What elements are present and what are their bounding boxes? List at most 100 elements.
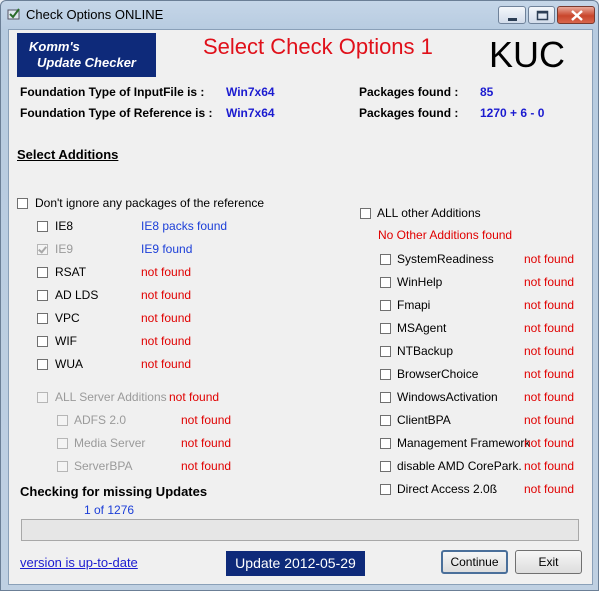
ntbackup-label: NTBackup — [397, 344, 454, 358]
wua-checkbox[interactable] — [37, 359, 48, 370]
management-framework-label: Management Framework — [397, 436, 531, 450]
maximize-button[interactable] — [528, 6, 555, 24]
progress-count: 1 of 1276 — [84, 503, 135, 517]
ad-lds-label: AD LDS — [55, 288, 99, 302]
app-window: Check Options ONLINE Komm's Update Check… — [0, 0, 599, 591]
window-title: Check Options ONLINE — [26, 7, 164, 22]
rsat-label: RSAT — [55, 265, 87, 279]
logo-line-2: Update Checker — [37, 55, 136, 70]
other-additions-status: No Other Additions found — [378, 228, 513, 242]
version-link[interactable]: version is up-to-date — [20, 555, 138, 570]
media-server-checkbox[interactable] — [57, 438, 68, 449]
media-server-status: not found — [181, 436, 232, 450]
app-logo: Komm's Update Checker — [17, 33, 156, 77]
windowsactivation-label: WindowsActivation — [397, 390, 498, 404]
adfs-status: not found — [181, 413, 232, 427]
clientbpa-checkbox[interactable] — [380, 415, 391, 426]
title-bar[interactable]: Check Options ONLINE — [1, 1, 598, 29]
ntbackup-checkbox[interactable] — [380, 346, 391, 357]
logo-line-1: Komm's — [29, 39, 80, 54]
ntbackup-status: not found — [524, 344, 575, 358]
serverbpa-label: ServerBPA — [74, 459, 133, 473]
adfs-label: ADFS 2.0 — [74, 413, 127, 427]
ie8-status: IE8 packs found — [141, 219, 228, 233]
wif-checkbox[interactable] — [37, 336, 48, 347]
foundation-ref-value: Win7x64 — [226, 106, 275, 120]
exit-button[interactable]: Exit — [515, 550, 582, 574]
management-framework-checkbox[interactable] — [380, 438, 391, 449]
rsat-checkbox[interactable] — [37, 267, 48, 278]
clientbpa-status: not found — [524, 413, 575, 427]
minimize-icon — [508, 18, 517, 21]
vpc-checkbox[interactable] — [37, 313, 48, 324]
app-icon — [7, 8, 20, 20]
serverbpa-checkbox[interactable] — [57, 461, 68, 472]
foundation-input-label: Foundation Type of InputFile is : — [20, 85, 205, 99]
select-additions-heading: Select Additions — [17, 147, 119, 162]
systemreadiness-checkbox[interactable] — [380, 254, 391, 265]
packages-found-value-1: 85 — [480, 85, 494, 99]
winhelp-label: WinHelp — [397, 275, 443, 289]
all-other-additions-checkbox[interactable] — [360, 208, 371, 219]
close-button[interactable] — [557, 6, 595, 24]
page-title: Select Check Options 1 — [203, 34, 433, 59]
all-server-additions-status: not found — [169, 390, 220, 404]
update-date-badge: Update 2012-05-29 — [226, 551, 365, 576]
minimize-button[interactable] — [498, 6, 526, 24]
windowsactivation-checkbox[interactable] — [380, 392, 391, 403]
msagent-label: MSAgent — [397, 321, 447, 335]
dont-ignore-label: Don't ignore any packages of the referen… — [35, 196, 265, 210]
clientbpa-label: ClientBPA — [397, 413, 451, 427]
amd-corepark-status: not found — [524, 459, 575, 473]
direct-access-checkbox[interactable] — [380, 484, 391, 495]
ad-lds-checkbox[interactable] — [37, 290, 48, 301]
packages-found-label-2: Packages found : — [359, 106, 459, 120]
systemreadiness-label: SystemReadiness — [397, 252, 494, 266]
direct-access-status: not found — [524, 482, 575, 496]
all-server-additions-checkbox[interactable] — [37, 392, 48, 403]
ie8-label: IE8 — [55, 219, 74, 233]
management-framework-status: not found — [524, 436, 575, 450]
winhelp-status: not found — [524, 275, 575, 289]
ie9-label: IE9 — [55, 242, 74, 256]
direct-access-label: Direct Access 2.0ß — [397, 482, 498, 496]
progress-bar — [21, 519, 579, 541]
progress-heading: Checking for missing Updates — [20, 484, 208, 499]
media-server-label: Media Server — [74, 436, 146, 450]
serverbpa-status: not found — [181, 459, 232, 473]
wua-status: not found — [141, 357, 192, 371]
kuc-label: KUC — [489, 34, 566, 75]
ie9-checkbox[interactable] — [37, 244, 48, 255]
ie8-checkbox[interactable] — [37, 221, 48, 232]
packages-found-value-2: 1270 + 6 - 0 — [480, 106, 545, 120]
dont-ignore-checkbox[interactable] — [17, 198, 28, 209]
packages-found-label-1: Packages found : — [359, 85, 459, 99]
foundation-input-value: Win7x64 — [226, 85, 275, 99]
dialog-body: Komm's Update Checker Select Check Optio… — [8, 29, 593, 585]
maximize-icon — [536, 10, 549, 21]
browserchoice-label: BrowserChoice — [397, 367, 479, 381]
wif-status: not found — [141, 334, 192, 348]
adfs-checkbox[interactable] — [57, 415, 68, 426]
ad-lds-status: not found — [141, 288, 192, 302]
winhelp-checkbox[interactable] — [380, 277, 391, 288]
fmapi-label: Fmapi — [397, 298, 431, 312]
vpc-label: VPC — [55, 311, 80, 325]
vpc-status: not found — [141, 311, 192, 325]
foundation-ref-label: Foundation Type of Reference is : — [20, 106, 213, 120]
msagent-status: not found — [524, 321, 575, 335]
browserchoice-status: not found — [524, 367, 575, 381]
ie9-status: IE9 found — [141, 242, 193, 256]
msagent-checkbox[interactable] — [380, 323, 391, 334]
all-server-additions-label: ALL Server Additions — [55, 390, 167, 404]
wif-label: WIF — [55, 334, 77, 348]
systemreadiness-status: not found — [524, 252, 575, 266]
browserchoice-checkbox[interactable] — [380, 369, 391, 380]
fmapi-checkbox[interactable] — [380, 300, 391, 311]
continue-button[interactable]: Continue — [441, 550, 508, 574]
wua-label: WUA — [55, 357, 83, 371]
amd-corepark-checkbox[interactable] — [380, 461, 391, 472]
fmapi-status: not found — [524, 298, 575, 312]
rsat-status: not found — [141, 265, 192, 279]
amd-corepark-label: disable AMD CorePark. — [397, 459, 522, 473]
